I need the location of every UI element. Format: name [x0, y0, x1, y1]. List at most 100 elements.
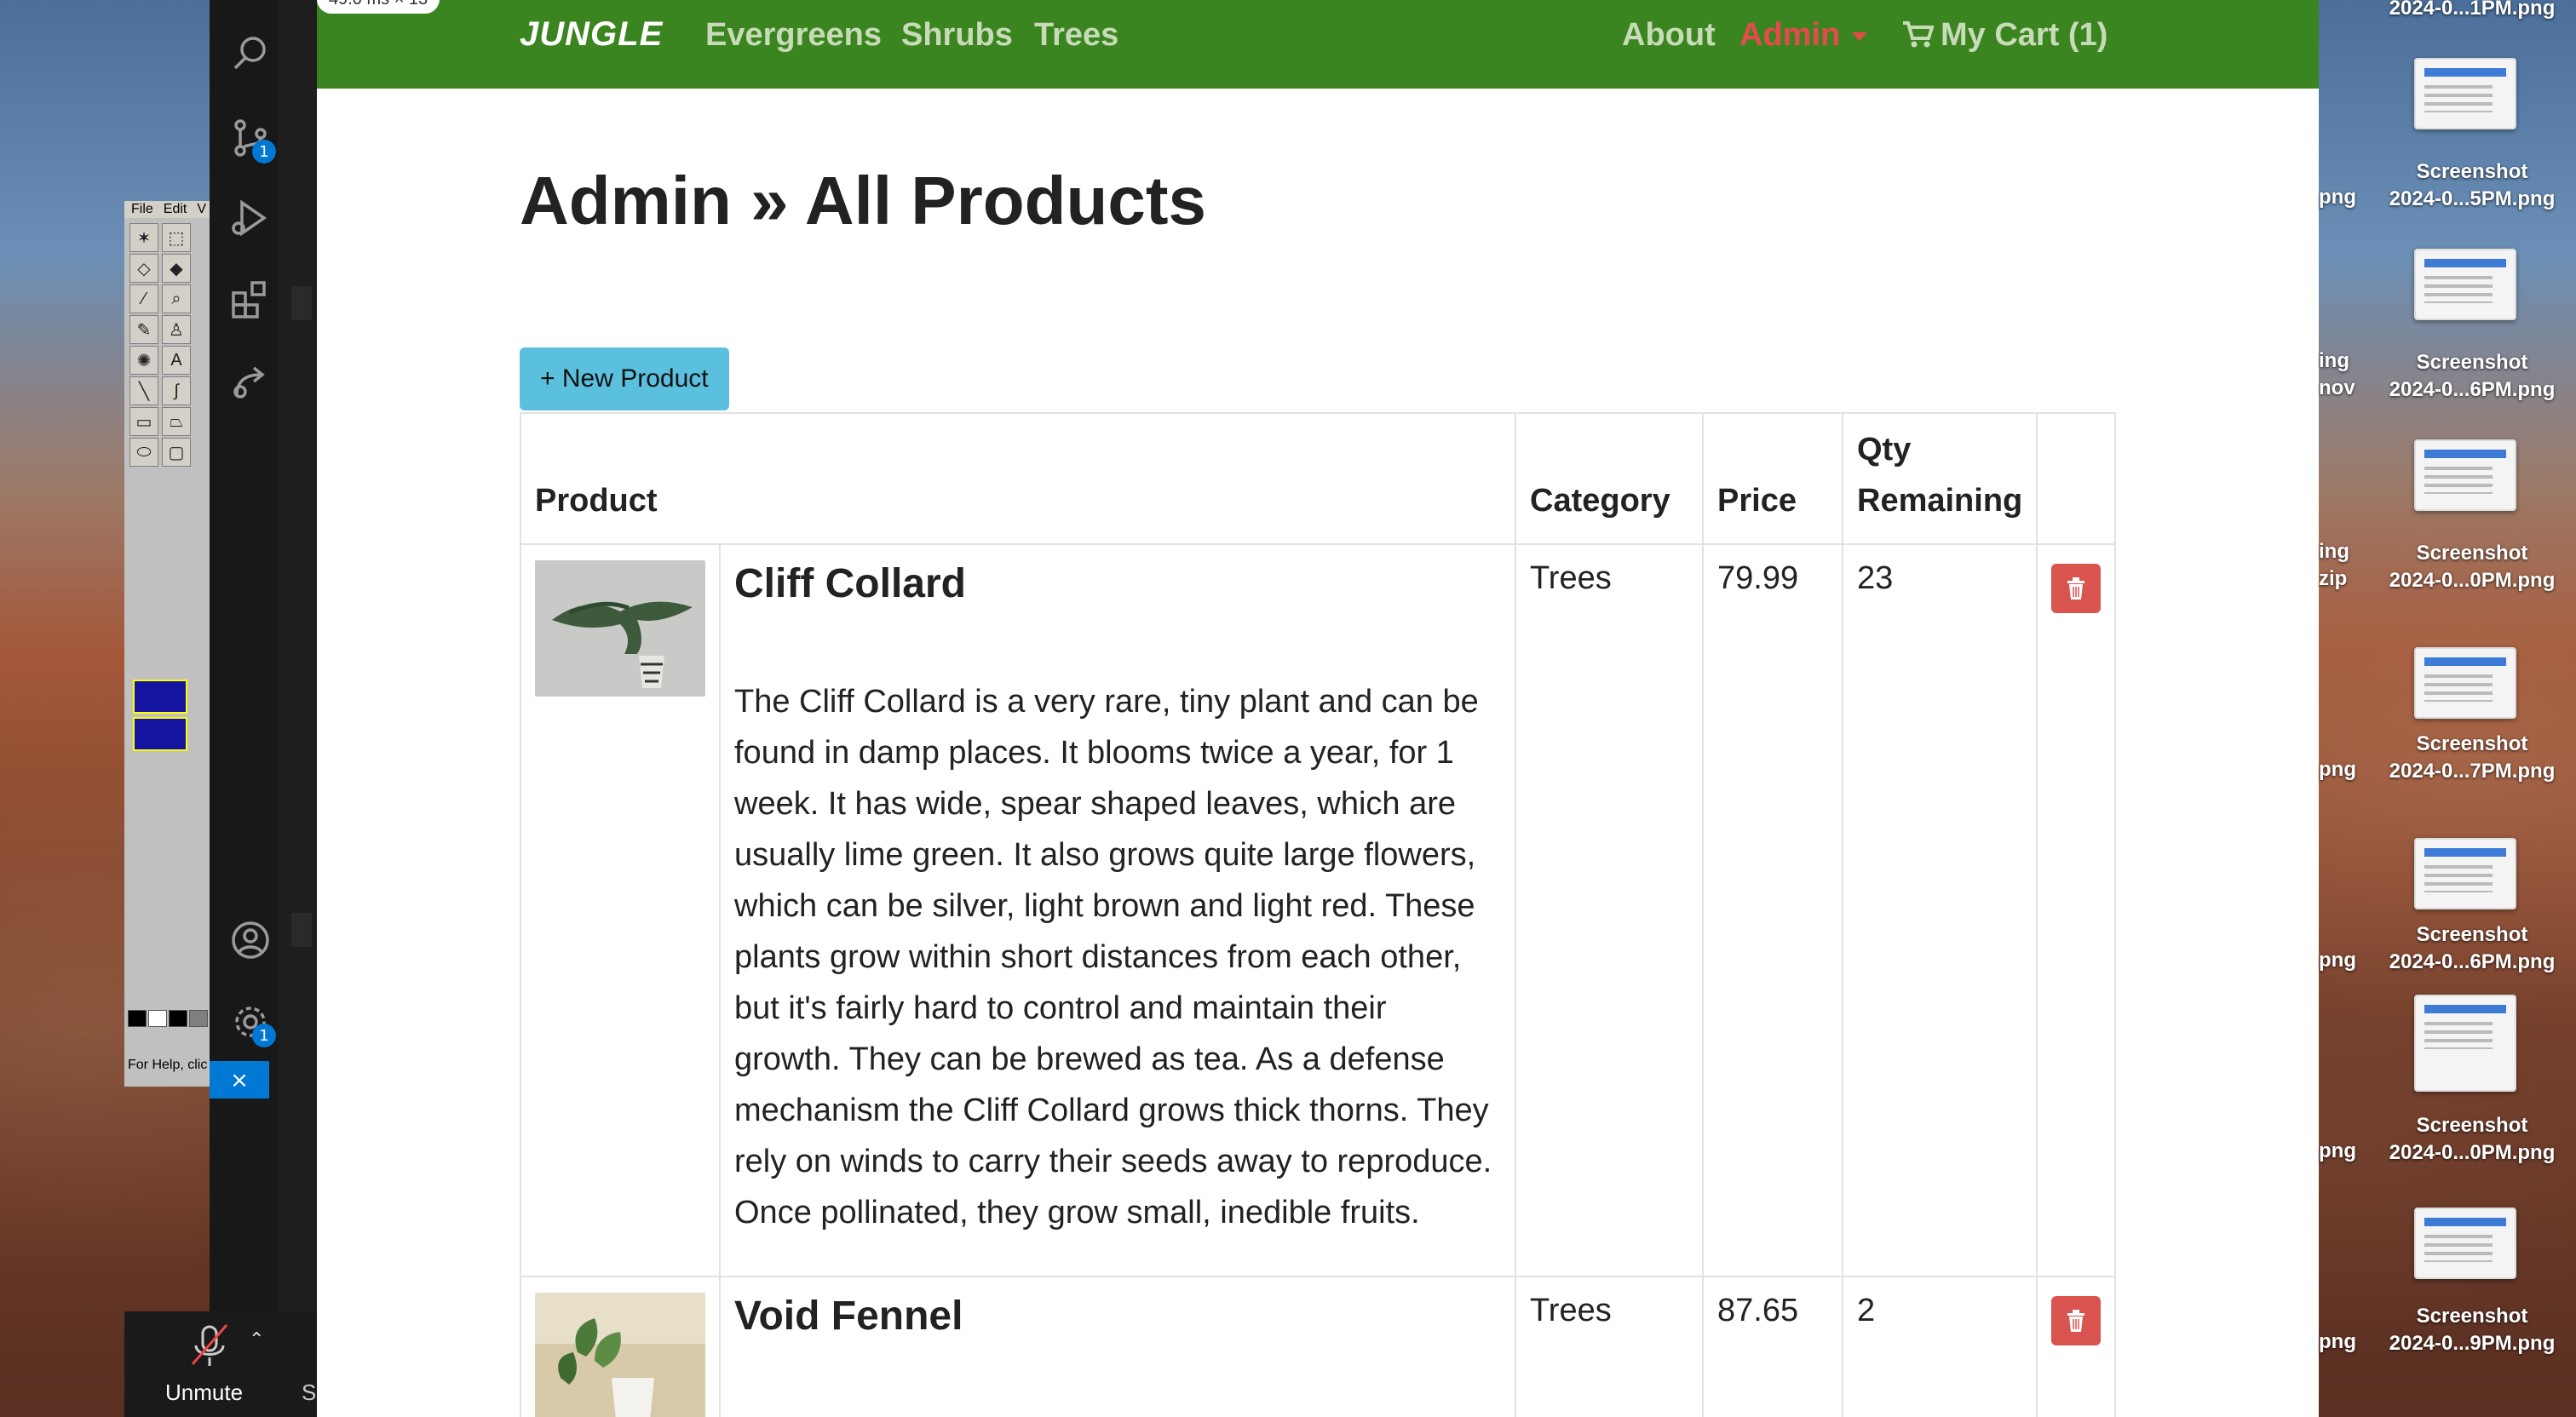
settings-badge: 1	[252, 1024, 276, 1047]
products-table: Product Category Price Qty Remaining Cli…	[520, 412, 2116, 1417]
page-title: Admin » All Products	[520, 163, 1207, 238]
paint-menu-edit[interactable]: Edit	[164, 201, 187, 218]
eraser-icon[interactable]: ◇	[129, 254, 158, 283]
product-qty: 2	[1842, 1276, 2038, 1417]
desktop-icon-fragment: png	[2319, 186, 2356, 209]
curve-icon[interactable]: ∫	[162, 376, 191, 405]
site-navbar: JUNGLE Evergreens Shrubs Trees About Adm…	[317, 0, 2319, 89]
caret-down-icon	[1852, 32, 1868, 41]
column-header-category: Category	[1515, 412, 1704, 545]
table-row: Void Fennel Trees 87.65 2	[520, 1276, 2116, 1417]
column-header-product: Product	[520, 412, 1516, 545]
file-thumbnail-icon	[2414, 58, 2516, 129]
product-name[interactable]: Void Fennel	[734, 1293, 1501, 1340]
desktop-icon-subtitle: 2024-0...6PM.png	[2389, 378, 2556, 401]
picker-icon[interactable]: ⁄	[129, 284, 158, 313]
delete-product-button[interactable]	[2051, 1296, 2101, 1345]
desktop-icon-title: Screenshot	[2416, 732, 2528, 755]
column-header-actions	[2036, 412, 2116, 545]
desktop-icon-fragment: png	[2319, 949, 2356, 972]
extensions-icon[interactable]	[228, 278, 273, 322]
muted-microphone-icon[interactable]	[184, 1320, 235, 1371]
unmute-label[interactable]: Unmute	[165, 1380, 243, 1406]
vscode-window[interactable]: 1 1 ⨯	[210, 0, 317, 1417]
product-image	[535, 560, 705, 697]
remote-indicator-icon[interactable]: ⨯	[210, 1061, 269, 1099]
search-icon[interactable]	[228, 31, 273, 75]
desktop-icon-fragment: zip	[2319, 567, 2348, 590]
brush-icon[interactable]: ♙	[162, 315, 191, 344]
paint-menu-file[interactable]: File	[131, 201, 153, 218]
zoom-controls: ⌃ Unmute S	[124, 1311, 317, 1417]
new-product-button[interactable]: + New Product	[520, 347, 729, 410]
line-icon[interactable]: ╲	[129, 376, 158, 405]
airbrush-icon[interactable]: ✺	[129, 346, 158, 375]
rect-select-icon[interactable]: ⬚	[162, 223, 191, 252]
paint-menu-bar: File Edit V	[124, 201, 218, 218]
chevron-up-icon[interactable]: ⌃	[249, 1328, 264, 1351]
ellipse-icon[interactable]: ⬭	[129, 438, 158, 467]
text-tool-icon[interactable]: A	[162, 346, 191, 375]
delete-product-button[interactable]	[2051, 564, 2101, 613]
desktop-icon-subtitle: 2024-0...6PM.png	[2389, 950, 2556, 973]
nav-shrubs[interactable]: Shrubs	[901, 17, 1013, 54]
desktop-icon-title: Screenshot	[2416, 1305, 2528, 1328]
desktop-icon-subtitle: 2024-0...0PM.png	[2389, 569, 2556, 592]
desktop-icon-title: Screenshot	[2416, 160, 2528, 183]
settings-gear-icon[interactable]: 1	[228, 1000, 276, 1047]
desktop-icon-label[interactable]: 2024-0...1PM.png	[2370, 0, 2574, 22]
nav-trees[interactable]: Trees	[1034, 17, 1118, 54]
remote-share-icon[interactable]	[228, 359, 273, 404]
table-header-row: Product Category Price Qty Remaining	[520, 412, 2116, 545]
product-actions-cell	[2036, 543, 2116, 1277]
gutter-marker	[291, 913, 312, 947]
paint-window[interactable]: File Edit V ✶ ⬚ ◇ ◆ ⁄ ⌕ ✎ ♙ ✺ A ╲ ∫ ▭ ⏢ …	[124, 201, 220, 1087]
column-header-price: Price	[1702, 412, 1843, 545]
product-actions-cell	[2036, 1276, 2116, 1417]
polygon-icon[interactable]: ⏢	[162, 407, 191, 436]
zoom-truncated-label: S	[302, 1380, 317, 1405]
file-thumbnail-icon	[2414, 995, 2516, 1092]
cart-label: My Cart (1)	[1941, 17, 2108, 53]
product-description: The Cliff Collard is a very rare, tiny p…	[734, 684, 1492, 1231]
desktop-icon-subtitle: 2024-0...7PM.png	[2389, 760, 2556, 783]
fill-icon[interactable]: ◆	[162, 254, 191, 283]
desktop-icon-fragment: png	[2319, 1330, 2356, 1353]
desktop-icon-title: Screenshot	[2416, 923, 2528, 946]
desktop-icon-title: Screenshot	[2416, 1114, 2528, 1137]
desktop-icon-subtitle: 2024-0...5PM.png	[2389, 187, 2556, 210]
product-image-cell	[520, 1276, 721, 1417]
nav-evergreens[interactable]: Evergreens	[705, 17, 882, 54]
table-row: Cliff Collard The Cliff Collard is a ver…	[520, 543, 2116, 1277]
account-icon[interactable]	[228, 918, 273, 962]
nav-cart[interactable]: My Cart (1)	[1901, 17, 2107, 54]
desktop-icons: 2024-0...1PM.png Screenshot 2024-0...5PM…	[2319, 0, 2576, 1417]
file-thumbnail-icon	[2414, 1208, 2516, 1279]
trash-icon	[2067, 1310, 2084, 1332]
paint-option-opaque-icon[interactable]	[133, 680, 187, 714]
nav-about[interactable]: About	[1622, 17, 1716, 54]
pencil-icon[interactable]: ✎	[129, 315, 158, 344]
nav-admin-dropdown[interactable]: Admin	[1739, 17, 1868, 54]
cart-icon	[1903, 21, 1934, 48]
magnifier-icon[interactable]: ⌕	[162, 284, 191, 313]
timer-readout: 49.0 ms × 13	[317, 0, 440, 14]
product-category: Trees	[1515, 543, 1704, 1277]
paint-color-palette[interactable]	[128, 1010, 213, 1044]
product-name[interactable]: Cliff Collard	[734, 560, 1501, 608]
paint-status-text: For Help, clic	[128, 1058, 208, 1072]
paint-toolbox: ✶ ⬚ ◇ ◆ ⁄ ⌕ ✎ ♙ ✺ A ╲ ∫ ▭ ⏢ ⬭ ▢	[129, 223, 194, 467]
rectangle-icon[interactable]: ▭	[129, 407, 158, 436]
site-brand[interactable]: JUNGLE	[520, 15, 663, 54]
rounded-rect-icon[interactable]: ▢	[162, 438, 191, 467]
file-thumbnail-icon	[2414, 439, 2516, 511]
paint-menu-view[interactable]: V	[197, 201, 206, 218]
desktop-icon-fragment: png	[2319, 758, 2356, 781]
source-control-icon[interactable]: 1	[228, 116, 276, 164]
desktop-icon-subtitle: 2024-0...9PM.png	[2389, 1332, 2556, 1355]
vscode-editor-gutter	[278, 0, 317, 1417]
paint-option-transparent-icon[interactable]	[133, 717, 187, 751]
product-price: 87.65	[1702, 1276, 1843, 1417]
run-debug-icon[interactable]	[228, 196, 273, 240]
free-select-icon[interactable]: ✶	[129, 223, 158, 252]
